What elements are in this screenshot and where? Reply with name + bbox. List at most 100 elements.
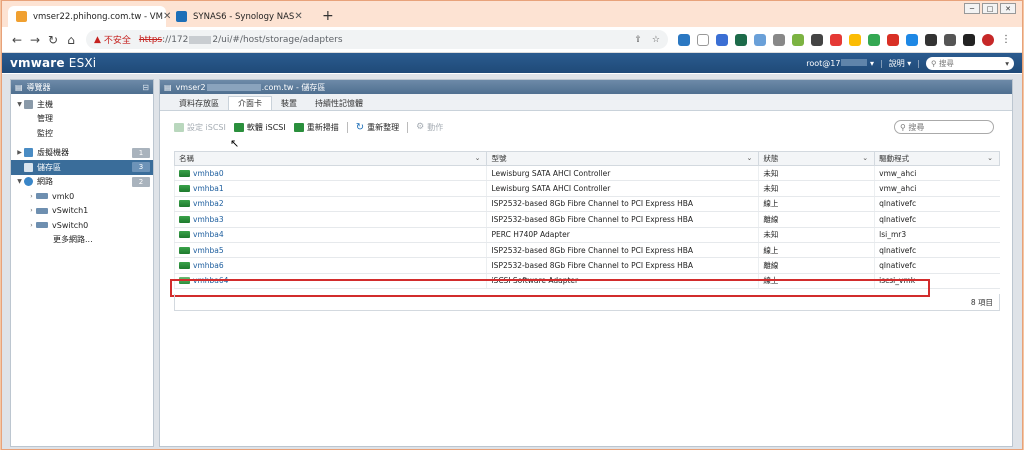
reload-icon[interactable]: ↻	[44, 33, 62, 47]
adapter-name-link[interactable]: vmhba3	[193, 215, 224, 224]
puzzle-icon[interactable]	[944, 33, 956, 46]
close-window-icon[interactable]: ✕	[1000, 3, 1016, 14]
help-menu[interactable]: 說明 ▾	[889, 58, 912, 69]
sidebar-item-more-networks[interactable]: 更多網路...	[11, 233, 153, 248]
chevron-right-icon[interactable]: ›	[27, 193, 36, 200]
column-header-model[interactable]: 型號 ⌄	[486, 151, 760, 166]
chevron-down-icon[interactable]: ⌄	[862, 154, 868, 162]
sidebar-item-storage[interactable]: 儲存區 3	[11, 160, 153, 175]
adapter-name-link[interactable]: vmhba4	[193, 230, 224, 239]
share-icon[interactable]: ⇪	[634, 35, 642, 45]
cell-name[interactable]: vmhba1	[173, 180, 487, 197]
adapter-name-link[interactable]: vmhba6	[193, 261, 224, 270]
home-icon[interactable]: ⌂	[62, 33, 80, 47]
extension-icon[interactable]	[678, 33, 690, 46]
extension-icon[interactable]	[849, 33, 861, 46]
extension-icon[interactable]	[792, 33, 804, 46]
tab-devices[interactable]: 裝置	[272, 96, 306, 110]
extension-icon[interactable]	[887, 33, 899, 46]
menu-icon[interactable]: ⋮	[1001, 34, 1011, 45]
cell-name[interactable]: vmhba6	[173, 257, 487, 274]
chevron-down-icon[interactable]: ▼	[15, 178, 24, 185]
adapter-icon	[179, 169, 190, 177]
sidebar-item-vms[interactable]: ▶ 虛擬機器 1	[11, 146, 153, 161]
adapter-name-link[interactable]: vmhba5	[193, 246, 224, 255]
extension-icon[interactable]	[773, 33, 785, 46]
table-row[interactable]: vmhba1 Lewisburg SATA AHCI Controller 未知…	[173, 180, 1000, 197]
sidebar-item-host[interactable]: ▼ 主機	[11, 97, 153, 112]
table-row[interactable]: vmhba3 ISP2532-based 8Gb Fibre Channel t…	[173, 211, 1000, 228]
extension-icon[interactable]	[963, 33, 975, 46]
adapter-name-link[interactable]: vmhba1	[193, 184, 224, 193]
extension-icon[interactable]	[735, 33, 747, 46]
table-row[interactable]: vmhba0 Lewisburg SATA AHCI Controller 未知…	[173, 165, 1000, 182]
url-input[interactable]: ▲ 不安全 https ://172 2/ui/#/host/storage/a…	[86, 30, 668, 49]
column-header-status[interactable]: 狀態 ⌄	[758, 151, 876, 166]
rescan-button[interactable]: 重新掃描	[293, 122, 339, 133]
browser-tab-synology[interactable]: SYNAS6 - Synology NAS ✕	[168, 6, 308, 27]
extension-icon[interactable]	[716, 33, 728, 46]
back-icon[interactable]: ←	[8, 33, 26, 47]
sidebar-item-vswitch0[interactable]: › vSwitch0	[11, 218, 153, 233]
extension-icon[interactable]	[868, 33, 880, 46]
software-iscsi-button[interactable]: 軟體 iSCSI	[233, 122, 286, 133]
minimize-icon[interactable]: ─	[964, 3, 980, 14]
configure-iscsi-button[interactable]: 設定 iSCSI	[174, 122, 226, 133]
table-row[interactable]: vmhba6 ISP2532-based 8Gb Fibre Channel t…	[173, 257, 1000, 274]
bookmark-star-icon[interactable]: ☆	[652, 35, 660, 45]
chevron-down-icon[interactable]: ▾	[1005, 59, 1009, 68]
table-row[interactable]: vmhba2 ISP2532-based 8Gb Fibre Channel t…	[173, 196, 1000, 213]
chevron-down-icon[interactable]: ⌄	[475, 154, 481, 162]
extension-icon[interactable]	[906, 33, 918, 46]
tab-datastores[interactable]: 資料存放區	[170, 96, 228, 110]
maximize-icon[interactable]: □	[982, 3, 998, 14]
table-row[interactable]: vmhba64 iSCSI Software Adapter 線上 iscsi_…	[173, 273, 1000, 290]
cell-name[interactable]: vmhba5	[173, 242, 487, 259]
sidebar-item-network[interactable]: ▼ 網路 2	[11, 175, 153, 190]
cell-name[interactable]: vmhba0	[173, 165, 487, 182]
table-row[interactable]: vmhba5 ISP2532-based 8Gb Fibre Channel t…	[173, 242, 1000, 259]
close-tab-icon[interactable]: ✕	[294, 11, 302, 22]
actions-button[interactable]: ⚙ 動作	[416, 122, 443, 133]
adapter-name-link[interactable]: vmhba0	[193, 169, 224, 178]
avatar[interactable]	[982, 33, 994, 46]
cell-name[interactable]: vmhba2	[173, 196, 487, 213]
adapter-search-input[interactable]: ⚲ 搜尋	[894, 120, 994, 134]
column-header-driver[interactable]: 驅動程式 ⌄	[874, 151, 1000, 166]
extension-icon[interactable]	[697, 33, 709, 46]
extension-icon[interactable]	[925, 33, 937, 46]
cell-name[interactable]: vmhba3	[173, 211, 487, 228]
extension-icon[interactable]	[811, 33, 823, 46]
column-header-name[interactable]: 名稱 ⌄	[173, 151, 488, 166]
user-menu[interactable]: root@17 ▾	[806, 58, 874, 68]
cell-name[interactable]: vmhba64	[173, 273, 487, 290]
new-tab-button[interactable]: +	[322, 8, 334, 24]
cell-model: iSCSI Software Adapter	[486, 273, 759, 290]
tab-adapters[interactable]: 介面卡	[228, 96, 272, 110]
chevron-right-icon[interactable]: ›	[27, 222, 36, 229]
chevron-down-icon[interactable]: ⌄	[746, 154, 752, 162]
gear-icon: ⚙	[416, 122, 425, 132]
chevron-down-icon[interactable]: ⌄	[987, 154, 993, 162]
collapse-icon[interactable]: ⊟	[142, 83, 149, 92]
forward-icon[interactable]: →	[26, 33, 44, 47]
cell-name[interactable]: vmhba4	[173, 227, 487, 243]
tab-persistent-memory[interactable]: 持續性記憶體	[306, 96, 372, 110]
sidebar-item-vmk0[interactable]: › vmk0	[11, 189, 153, 204]
warning-icon[interactable]: ▲	[94, 35, 101, 45]
header-search-input[interactable]: ⚲ 搜尋 ▾	[926, 56, 1014, 70]
extension-icon[interactable]	[830, 33, 842, 46]
refresh-button[interactable]: ↻ 重新整理	[356, 122, 399, 133]
sidebar-item-monitor[interactable]: 監控	[11, 126, 153, 141]
chevron-down-icon[interactable]: ▼	[15, 101, 24, 108]
user-label: root@17	[806, 58, 841, 68]
adapter-name-link[interactable]: vmhba2	[193, 199, 224, 208]
adapter-name-link[interactable]: vmhba64	[193, 276, 228, 285]
sidebar-item-manage[interactable]: 管理	[11, 112, 153, 127]
table-row[interactable]: vmhba4 PERC H740P Adapter 未知 lsi_mr3	[173, 227, 1000, 243]
chevron-right-icon[interactable]: ›	[27, 207, 36, 214]
browser-tab-vmware[interactable]: vmser22.phihong.com.tw - VM ✕	[8, 6, 171, 27]
extension-icon[interactable]	[754, 33, 766, 46]
sidebar-item-vswitch1[interactable]: › vSwitch1	[11, 204, 153, 219]
chevron-right-icon[interactable]: ▶	[15, 149, 24, 156]
